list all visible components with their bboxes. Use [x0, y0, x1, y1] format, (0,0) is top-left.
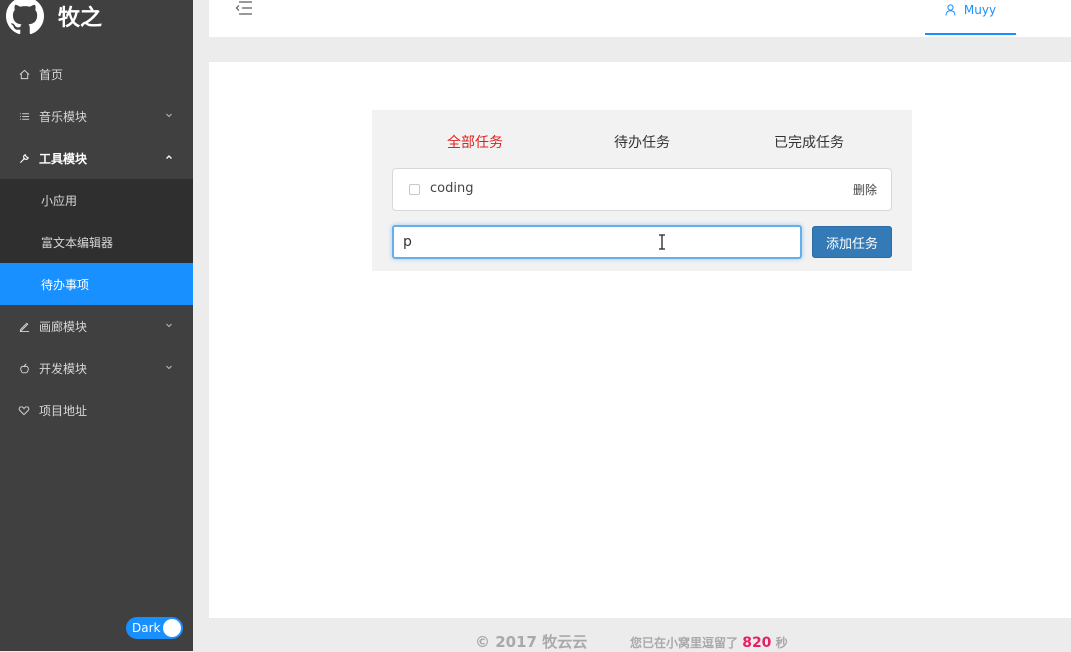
main-content: 全部任务 待办任务 已完成任务 coding 删除 添加任务 [209, 62, 1071, 618]
toggle-knob [163, 619, 181, 637]
sidebar-menu: 首页 音乐模块 工具模块 小应用 富文本编辑器 待办事项 画廊模块 开发模块 项… [0, 53, 193, 431]
stay-timer: 您已在小窝里逗留了 820 秒 [630, 634, 788, 651]
sidebar: 牧之 首页 音乐模块 工具模块 小应用 富文本编辑器 待办事项 画廊模块 开发模… [0, 0, 193, 651]
stay-prefix: 您已在小窝里逗留了 [630, 636, 739, 650]
sidebar-item-label: 工具模块 [39, 151, 88, 166]
chevron-down-icon [166, 113, 172, 118]
text-cursor-icon [659, 234, 665, 250]
task-item: coding 删除 [392, 168, 892, 211]
user-name: Muyy [963, 2, 997, 17]
sidebar-item-label: 首页 [39, 67, 64, 82]
sidebar-item-rich-text-editor[interactable]: 富文本编辑器 [0, 221, 193, 263]
github-icon [6, 0, 44, 35]
sidebar-item-dev[interactable]: 开发模块 [0, 347, 193, 389]
task-text: coding [430, 181, 474, 196]
user-icon [945, 3, 956, 16]
theme-toggle-label: Dark [132, 621, 161, 635]
sidebar-item-label: 开发模块 [39, 361, 88, 376]
tool-icon [18, 152, 30, 164]
task-checkbox[interactable] [409, 184, 420, 195]
sidebar-item-tools[interactable]: 工具模块 [0, 137, 193, 179]
todo-panel: 全部任务 待办任务 已完成任务 coding 删除 添加任务 [372, 110, 912, 271]
sidebar-item-gallery[interactable]: 画廊模块 [0, 305, 193, 347]
tools-submenu: 小应用 富文本编辑器 待办事项 [0, 179, 193, 305]
logo[interactable]: 牧之 [0, 0, 193, 36]
footer: © 2017 牧云云 您已在小窝里逗留了 820 秒 [209, 618, 1071, 651]
theme-toggle[interactable]: Dark [126, 617, 183, 639]
chevron-down-icon [166, 323, 172, 328]
delete-task-button[interactable]: 删除 [853, 181, 877, 198]
list-icon [18, 110, 30, 122]
apple-icon [18, 362, 30, 374]
brand-name: 牧之 [58, 6, 103, 31]
sidebar-item-label: 画廊模块 [39, 319, 88, 334]
sidebar-item-label: 项目地址 [39, 403, 88, 418]
header: Muyy [209, 0, 1071, 37]
stay-seconds: 820 [742, 635, 772, 651]
chevron-down-icon [166, 365, 172, 370]
edit-icon [18, 320, 30, 332]
home-icon [18, 68, 30, 80]
sidebar-item-todo[interactable]: 待办事项 [0, 263, 193, 305]
sidebar-item-home[interactable]: 首页 [0, 53, 193, 95]
sidebar-item-mini-app[interactable]: 小应用 [0, 179, 193, 221]
copyright: © 2017 牧云云 [475, 633, 588, 651]
new-task-input[interactable] [392, 225, 802, 259]
sidebar-item-label: 音乐模块 [39, 109, 88, 124]
user-menu[interactable]: Muyy [925, 0, 1016, 35]
todo-tabs: 全部任务 待办任务 已完成任务 [372, 132, 912, 152]
chevron-up-icon [166, 155, 172, 159]
heart-icon [18, 404, 30, 416]
add-task-button[interactable]: 添加任务 [812, 226, 892, 258]
sidebar-item-label: 小应用 [41, 193, 78, 208]
sidebar-item-music[interactable]: 音乐模块 [0, 95, 193, 137]
stay-suffix: 秒 [775, 636, 788, 650]
sidebar-item-project[interactable]: 项目地址 [0, 389, 193, 431]
tab-pending-tasks[interactable]: 待办任务 [614, 132, 670, 152]
sidebar-item-label: 富文本编辑器 [41, 235, 114, 250]
tab-all-tasks[interactable]: 全部任务 [447, 132, 503, 152]
tab-completed-tasks[interactable]: 已完成任务 [774, 132, 844, 152]
menu-fold-icon[interactable] [235, 0, 253, 16]
sidebar-item-label: 待办事项 [41, 277, 90, 292]
